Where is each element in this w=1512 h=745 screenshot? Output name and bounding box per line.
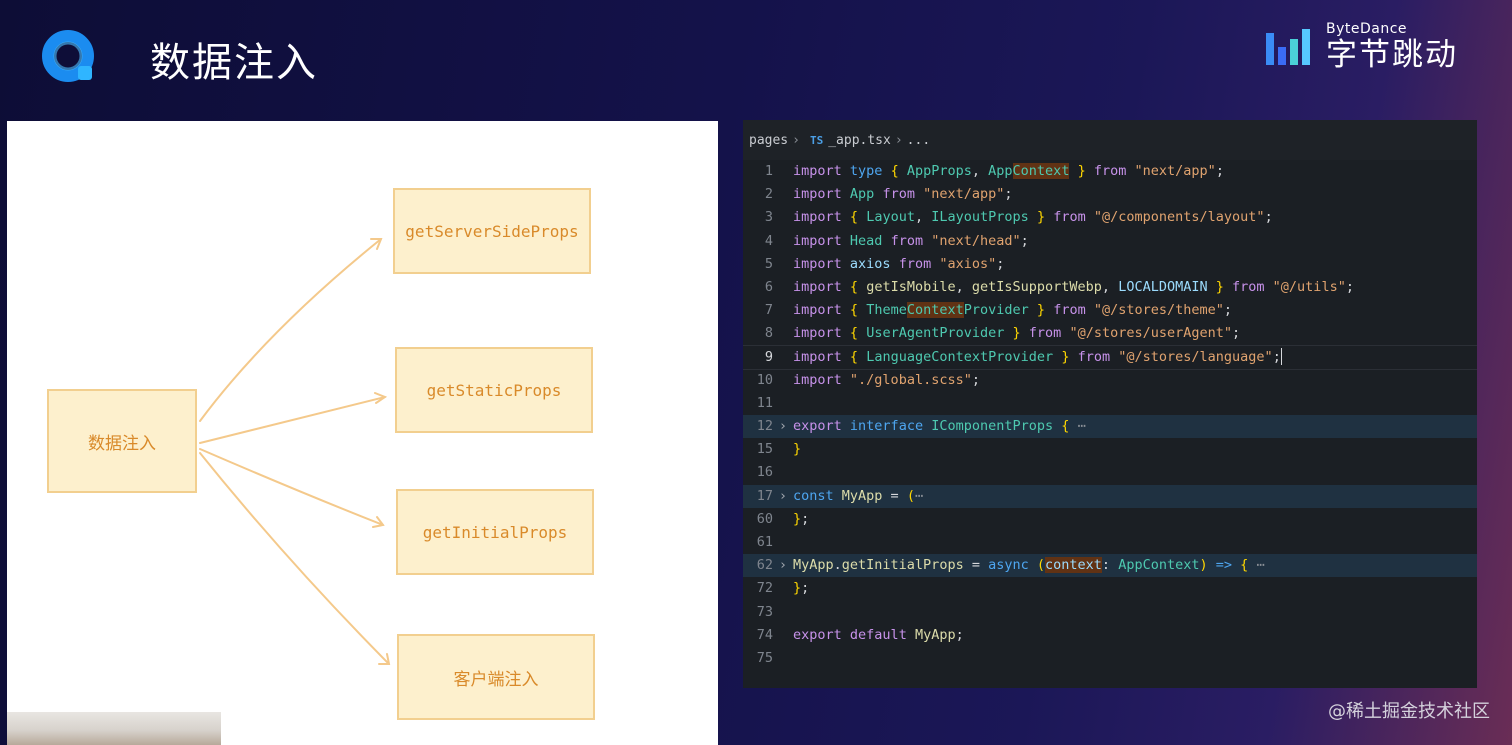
line-text: const MyApp = (⋯ bbox=[793, 487, 924, 504]
target-box-server-side: getServerSideProps bbox=[393, 188, 591, 274]
bytedance-logo-icon bbox=[1266, 28, 1310, 65]
line-text: } bbox=[793, 441, 802, 458]
code-line[interactable]: 8 import { UserAgentProvider } from "@/st… bbox=[743, 322, 1477, 345]
code-line[interactable]: 15} bbox=[743, 438, 1477, 461]
code-line[interactable]: 75 bbox=[743, 647, 1477, 670]
code-line[interactable]: 73 bbox=[743, 601, 1477, 624]
chevron-right-icon: › bbox=[792, 132, 800, 148]
line-text: MyApp.getInitialProps = async (context: … bbox=[793, 557, 1265, 574]
line-number: 8 bbox=[764, 325, 773, 342]
line-text: import axios from "axios"; bbox=[793, 255, 1005, 272]
text-cursor bbox=[1280, 348, 1282, 365]
code-line[interactable]: 6 import { getIsMobile, getIsSupportWebp,… bbox=[743, 276, 1477, 299]
code-line[interactable]: 7 import { ThemeContextProvider } from "@… bbox=[743, 299, 1477, 322]
code-line-folded[interactable]: 17 › const MyApp = (⋯ bbox=[743, 484, 1477, 508]
line-text: import App from "next/app"; bbox=[793, 186, 1013, 203]
code-line[interactable]: 5 import axios from "axios"; bbox=[743, 253, 1477, 276]
line-number: 9 bbox=[764, 348, 773, 365]
breadcrumb-file[interactable]: _app.tsx bbox=[828, 133, 891, 148]
line-text: export interface IComponentProps { ⋯ bbox=[793, 418, 1086, 435]
line-text: export default MyApp; bbox=[793, 626, 964, 643]
arrow-to-server-side bbox=[199, 238, 382, 422]
brand-english: ByteDance bbox=[1326, 21, 1408, 37]
flow-diagram: 数据注入 getServerSideProps getStaticProps g… bbox=[7, 121, 718, 745]
source-box: 数据注入 bbox=[47, 389, 197, 493]
line-number: 62 bbox=[756, 557, 773, 574]
code-lines[interactable]: 1 import type { AppProps, AppContext } fr… bbox=[743, 160, 1477, 670]
brand-chinese: 字节跳动 bbox=[1326, 37, 1458, 73]
line-number: 3 bbox=[764, 209, 773, 226]
target-box-client: 客户端注入 bbox=[397, 634, 595, 720]
chevron-right-icon: › bbox=[894, 132, 903, 148]
code-line[interactable]: 3 import { Layout, ILayoutProps } from "@… bbox=[743, 206, 1477, 229]
app-logo bbox=[42, 30, 94, 82]
line-number: 7 bbox=[764, 302, 773, 319]
code-line[interactable]: 72}; bbox=[743, 577, 1477, 600]
breadcrumb: pages › TS _app.tsx › ... bbox=[743, 120, 1477, 160]
line-number: 15 bbox=[756, 441, 773, 458]
source-credit: @稀土掘金技术社区 bbox=[1328, 701, 1490, 722]
line-text: import { getIsMobile, getIsSupportWebp, … bbox=[793, 278, 1354, 295]
fold-chevron-icon[interactable]: › bbox=[773, 485, 793, 508]
line-number: 61 bbox=[756, 534, 773, 550]
line-number: 75 bbox=[756, 649, 773, 666]
code-line[interactable]: 4 import Head from "next/head"; bbox=[743, 230, 1477, 253]
code-line-current[interactable]: 9 import { LanguageContextProvider } from… bbox=[743, 344, 1477, 370]
line-number: 10 bbox=[756, 371, 773, 388]
line-number: 74 bbox=[756, 626, 773, 643]
line-text: }; bbox=[793, 510, 810, 527]
code-line[interactable]: 61 bbox=[743, 531, 1477, 554]
code-line[interactable]: 74 export default MyApp; bbox=[743, 624, 1477, 647]
line-number: 16 bbox=[756, 464, 773, 481]
code-line[interactable]: 2 import App from "next/app"; bbox=[743, 183, 1477, 206]
bytedance-brand: ByteDance 字节跳动 bbox=[1266, 22, 1458, 71]
code-line[interactable]: 1 import type { AppProps, AppContext } fr… bbox=[743, 160, 1477, 183]
fold-chevron-icon[interactable]: › bbox=[773, 554, 793, 577]
speaker-video-thumbnail bbox=[7, 712, 221, 745]
line-text: import "./global.scss"; bbox=[793, 371, 980, 388]
line-text: import Head from "next/head"; bbox=[793, 232, 1029, 249]
code-line[interactable]: 11 bbox=[743, 392, 1477, 415]
line-number: 73 bbox=[756, 603, 773, 620]
line-number: 5 bbox=[764, 255, 773, 272]
line-number: 1 bbox=[764, 163, 773, 179]
line-number: 6 bbox=[764, 278, 773, 295]
line-number: 72 bbox=[756, 580, 773, 597]
breadcrumb-folder[interactable]: pages bbox=[749, 133, 788, 148]
arrow-to-static bbox=[199, 396, 386, 444]
line-number: 60 bbox=[756, 510, 773, 527]
line-number: 4 bbox=[764, 232, 773, 249]
arrow-to-client bbox=[199, 452, 390, 665]
line-text: import type { AppProps, AppContext } fro… bbox=[793, 163, 1224, 179]
line-number: 17 bbox=[756, 487, 773, 504]
line-number: 2 bbox=[764, 186, 773, 203]
code-editor[interactable]: pages › TS _app.tsx › ... 1 import type {… bbox=[743, 120, 1477, 688]
target-box-static: getStaticProps bbox=[395, 347, 593, 433]
target-box-initial: getInitialProps bbox=[396, 489, 594, 575]
line-number: 11 bbox=[756, 394, 773, 411]
line-number: 12 bbox=[756, 418, 773, 435]
line-text: import { Layout, ILayoutProps } from "@/… bbox=[793, 209, 1273, 226]
code-line[interactable]: 60}; bbox=[743, 508, 1477, 531]
slide-title: 数据注入 bbox=[150, 40, 318, 86]
line-text: import { UserAgentProvider } from "@/sto… bbox=[793, 325, 1241, 342]
line-text: import { LanguageContextProvider } from … bbox=[793, 348, 1282, 365]
line-text: import { ThemeContextProvider } from "@/… bbox=[793, 302, 1233, 319]
code-line[interactable]: 10 import "./global.scss"; bbox=[743, 369, 1477, 392]
typescript-file-icon: TS bbox=[809, 133, 824, 147]
fold-chevron-icon[interactable]: › bbox=[773, 415, 793, 438]
line-text: }; bbox=[793, 580, 810, 597]
code-line-folded[interactable]: 62 › MyApp.getInitialProps = async (contex… bbox=[743, 554, 1477, 578]
breadcrumb-ellipsis[interactable]: ... bbox=[907, 133, 930, 148]
code-line-folded[interactable]: 12 › export interface IComponentProps { ⋯ bbox=[743, 415, 1477, 439]
code-line[interactable]: 16 bbox=[743, 461, 1477, 484]
